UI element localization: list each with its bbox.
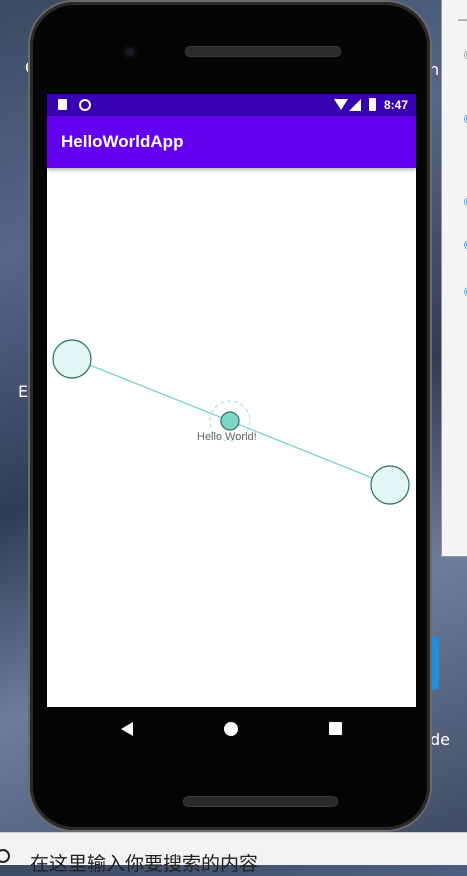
app-title: HelloWorldApp: [61, 132, 184, 151]
sync-icon: [79, 99, 91, 111]
wifi-icon: [334, 99, 348, 110]
desktop-blue-tab[interactable]: [430, 636, 439, 690]
left-node[interactable]: [52, 339, 92, 379]
app-bar: HelloWorldApp: [47, 116, 416, 168]
front-camera-icon: [123, 45, 137, 59]
graph-edge-left: [71, 357, 231, 422]
status-bar: 8:47: [47, 94, 416, 116]
home-icon[interactable]: [224, 722, 238, 736]
background-window-panel[interactable]: — © © © © ©: [441, 0, 467, 557]
graph-canvas[interactable]: Hello World!: [47, 168, 416, 707]
taskbar-search[interactable]: 在这里输入你要搜索的内容: [0, 832, 467, 875]
back-icon[interactable]: [121, 722, 133, 736]
search-icon: [0, 849, 10, 863]
panel-glyph: —: [458, 12, 467, 26]
center-node-label: Hello World!: [197, 431, 257, 443]
earpiece-speaker: [185, 46, 341, 57]
bottom-speaker: [183, 796, 338, 807]
cell-signal-icon: [349, 99, 361, 111]
search-input[interactable]: 在这里输入你要搜索的内容: [30, 849, 258, 876]
desktop-text-n: n: [429, 60, 440, 79]
sd-card-icon: [58, 99, 67, 110]
center-node[interactable]: [220, 411, 240, 431]
phone-screen: 8:47 HelloWorldApp Hello World!: [47, 94, 416, 707]
status-time: 8:47: [384, 98, 409, 112]
recent-apps-icon[interactable]: [329, 722, 342, 735]
desktop-text-de: de: [430, 730, 450, 749]
right-node[interactable]: [370, 465, 410, 505]
battery-icon: [369, 98, 376, 111]
android-nav-bar: [47, 707, 416, 751]
